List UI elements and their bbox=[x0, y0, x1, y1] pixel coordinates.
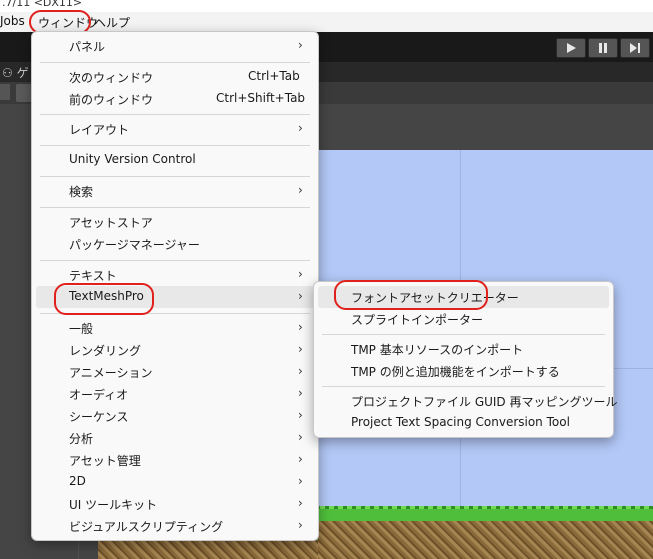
menu-separator bbox=[40, 176, 310, 177]
menu-separator bbox=[40, 145, 310, 146]
menu-item-2d[interactable]: 2D › bbox=[36, 471, 314, 493]
menu-separator bbox=[322, 386, 605, 387]
menu-separator bbox=[40, 260, 310, 261]
submenu-item-import-examples-extras[interactable]: TMP の例と追加機能をインポートする bbox=[318, 360, 609, 382]
menu-item-label: 分析 bbox=[69, 432, 94, 446]
chevron-right-icon: › bbox=[298, 320, 303, 334]
menu-item-rendering[interactable]: レンダリング › bbox=[36, 339, 314, 361]
menu-item-asset-store[interactable]: アセットストア bbox=[36, 211, 314, 233]
shortcut-label: Ctrl+Shift+Tab bbox=[216, 91, 306, 105]
menu-item-label: パッケージマネージャー bbox=[69, 238, 200, 252]
chevron-right-icon: › bbox=[298, 452, 303, 466]
menu-item-unity-version-control[interactable]: Unity Version Control bbox=[36, 149, 314, 171]
annotation-font-asset-creator bbox=[334, 280, 488, 310]
menu-item-next-window[interactable]: 次のウィンドウ Ctrl+Tab bbox=[36, 66, 314, 88]
chevron-right-icon: › bbox=[298, 474, 303, 488]
menu-item-label: シーケンス bbox=[69, 410, 129, 424]
menu-item-label: パネル bbox=[69, 40, 106, 54]
menu-separator bbox=[40, 62, 310, 63]
menu-separator bbox=[40, 114, 310, 115]
menu-item-label: 前のウィンドウ bbox=[69, 93, 154, 107]
scene-grass bbox=[316, 509, 653, 521]
chevron-right-icon: › bbox=[298, 364, 303, 378]
menu-item-panel[interactable]: パネル › bbox=[36, 35, 314, 57]
chevron-right-icon: › bbox=[298, 289, 303, 303]
scene-dirt-left bbox=[98, 540, 318, 559]
menu-separator bbox=[322, 334, 605, 335]
scene-dirt bbox=[316, 521, 653, 559]
menu-item-label: Project Text Spacing Conversion Tool bbox=[351, 415, 570, 429]
menu-item-label: 2D bbox=[69, 474, 86, 488]
menu-item-label: アセット管理 bbox=[69, 454, 141, 468]
window-title: .7/11 <DX11> bbox=[2, 0, 83, 9]
annotation-textmeshpro bbox=[54, 283, 154, 315]
menu-item-visual-scripting[interactable]: ビジュアルスクリプティング › bbox=[36, 515, 314, 537]
pause-icon bbox=[599, 43, 607, 53]
menu-item-layout[interactable]: レイアウト › bbox=[36, 118, 314, 140]
game-tab[interactable]: ⚇ ゲ bbox=[2, 64, 29, 81]
menu-separator bbox=[40, 207, 310, 208]
step-button[interactable] bbox=[620, 38, 650, 58]
step-icon bbox=[630, 43, 640, 53]
chevron-right-icon: › bbox=[298, 267, 303, 281]
pause-button[interactable] bbox=[588, 38, 618, 58]
menu-item-label: 検索 bbox=[69, 185, 94, 199]
chevron-right-icon: › bbox=[298, 496, 303, 510]
chevron-right-icon: › bbox=[298, 518, 303, 532]
menu-item-label: レイアウト bbox=[69, 123, 130, 137]
menu-item-animation[interactable]: アニメーション › bbox=[36, 361, 314, 383]
menu-item-label: TMP 基本リソースのインポート bbox=[351, 343, 524, 357]
play-icon bbox=[567, 43, 576, 53]
chevron-right-icon: › bbox=[298, 408, 303, 422]
menu-item-label: アセットストア bbox=[69, 216, 153, 230]
menu-item-label: レンダリング bbox=[69, 344, 142, 358]
menu-item-package-manager[interactable]: パッケージマネージャー bbox=[36, 233, 314, 255]
window-title-strip: .7/11 <DX11> bbox=[0, 0, 653, 12]
menu-item-label: テキスト bbox=[69, 269, 117, 283]
scene-dropdown[interactable] bbox=[0, 84, 10, 100]
menu-item-label: UI ツールキット bbox=[69, 498, 158, 512]
menu-item-general[interactable]: 一般 › bbox=[36, 317, 314, 339]
menu-item-label: スプライトインポーター bbox=[351, 313, 484, 327]
chevron-right-icon: › bbox=[298, 121, 303, 135]
menu-jobs[interactable]: Jobs bbox=[0, 14, 25, 28]
menu-item-label: プロジェクトファイル GUID 再マッピングツール bbox=[351, 395, 618, 409]
menubar: Jobs ウィンドウ ヘルプ bbox=[0, 12, 653, 33]
chevron-right-icon: › bbox=[298, 342, 303, 356]
shortcut-label: Ctrl+Tab bbox=[248, 69, 300, 83]
chevron-right-icon: › bbox=[298, 38, 303, 52]
play-button[interactable] bbox=[556, 38, 586, 58]
menu-item-label: TMP の例と追加機能をインポートする bbox=[351, 365, 560, 379]
menu-item-label: 次のウィンドウ bbox=[69, 71, 154, 85]
chevron-right-icon: › bbox=[298, 386, 303, 400]
menu-item-search[interactable]: 検索 › bbox=[36, 180, 314, 202]
menu-item-label: ビジュアルスクリプティング bbox=[69, 520, 224, 534]
submenu-item-import-essential-resources[interactable]: TMP 基本リソースのインポート bbox=[318, 338, 609, 360]
submenu-item-guid-remapping-tool[interactable]: プロジェクトファイル GUID 再マッピングツール bbox=[318, 390, 618, 412]
menu-item-asset-management[interactable]: アセット管理 › bbox=[36, 449, 314, 471]
menu-item-label: アニメーション bbox=[69, 366, 153, 380]
menu-item-label: Unity Version Control bbox=[69, 152, 196, 166]
menu-item-audio[interactable]: オーディオ › bbox=[36, 383, 314, 405]
menu-item-sequencing[interactable]: シーケンス › bbox=[36, 405, 314, 427]
menu-item-previous-window[interactable]: 前のウィンドウ Ctrl+Shift+Tab bbox=[36, 88, 314, 110]
game-tab-label: ゲ bbox=[16, 66, 29, 80]
chevron-right-icon: › bbox=[298, 183, 303, 197]
chevron-right-icon: › bbox=[298, 430, 303, 444]
menu-help[interactable]: ヘルプ bbox=[94, 14, 130, 31]
menu-item-analysis[interactable]: 分析 › bbox=[36, 427, 314, 449]
menu-item-ui-toolkit[interactable]: UI ツールキット › bbox=[36, 493, 314, 515]
submenu-item-sprite-importer[interactable]: スプライトインポーター bbox=[318, 308, 609, 330]
submenu-item-text-spacing-conversion-tool[interactable]: Project Text Spacing Conversion Tool bbox=[318, 412, 609, 434]
menu-item-label: オーディオ bbox=[69, 388, 129, 402]
menu-item-label: 一般 bbox=[69, 322, 94, 336]
